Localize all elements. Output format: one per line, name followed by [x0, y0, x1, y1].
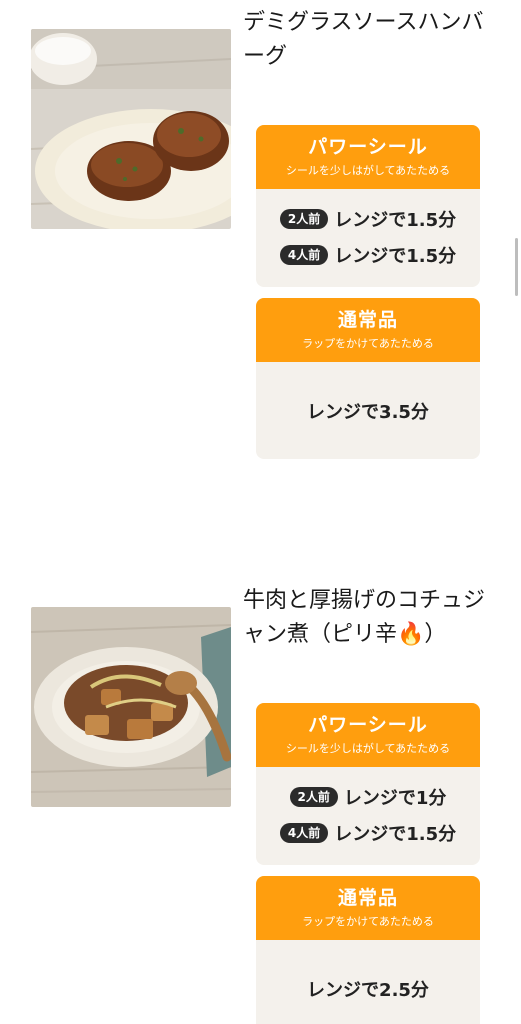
hamburg-steak-photo [31, 29, 231, 229]
heating-time: レンジで2.5分 [307, 979, 429, 1001]
heating-time: レンジで1.5分 [334, 210, 457, 231]
serving-badge: 2人前 [289, 787, 338, 807]
time-row-2-servings: 2人前 レンジで1分 [256, 779, 480, 815]
normal-body: レンジで2.5分 [256, 940, 480, 1024]
serving-badge: 2人前 [279, 209, 329, 229]
normal-card: 通常品 ラップをかけてあたためる レンジで2.5分 [256, 876, 480, 1024]
normal-body: レンジで3.5分 [256, 362, 480, 459]
normal-header: 通常品 ラップをかけてあたためる [256, 298, 480, 362]
scrollbar[interactable] [515, 238, 518, 296]
normal-title: 通常品 [337, 309, 398, 331]
power-seal-subtitle: シールを少しはがしてあたためる [285, 164, 451, 177]
heating-time: レンジで1.5分 [334, 824, 457, 845]
normal-header: 通常品 ラップをかけてあたためる [256, 876, 480, 940]
power-seal-card: パワーシール シールを少しはがしてあたためる 2人前 レンジで1分 4人前 レン… [256, 703, 480, 865]
power-seal-title: パワーシール [308, 136, 428, 158]
serving-badge: 4人前 [279, 823, 329, 843]
beef-atsuage-photo [31, 607, 231, 807]
normal-subtitle: ラップをかけてあたためる [302, 915, 434, 928]
normal-title: 通常品 [337, 887, 398, 909]
power-seal-subtitle: シールを少しはがしてあたためる [285, 742, 451, 755]
power-seal-body: 2人前 レンジで1.5分 4人前 レンジで1.5分 [256, 189, 480, 273]
power-seal-header: パワーシール シールを少しはがしてあたためる [256, 703, 480, 767]
power-seal-header: パワーシール シールを少しはがしてあたためる [256, 125, 480, 189]
power-seal-title: パワーシール [308, 714, 428, 736]
time-row-4-servings: 4人前 レンジで1.5分 [256, 815, 480, 851]
normal-card: 通常品 ラップをかけてあたためる レンジで3.5分 [256, 298, 480, 459]
normal-subtitle: ラップをかけてあたためる [302, 337, 434, 350]
power-seal-card: パワーシール シールを少しはがしてあたためる 2人前 レンジで1.5分 4人前 … [256, 125, 480, 287]
serving-badge: 4人前 [279, 245, 329, 265]
recipe-title: 牛肉と厚揚げのコチュジャン煮（ピリ辛🔥） [243, 588, 486, 647]
time-row-2-servings: 2人前 レンジで1.5分 [256, 201, 480, 237]
recipe-title: デミグラスソースハンバーグ [243, 10, 484, 69]
time-row-4-servings: 4人前 レンジで1.5分 [256, 237, 480, 273]
heating-time: レンジで3.5分 [307, 401, 429, 423]
heating-time: レンジで1.5分 [334, 246, 457, 267]
power-seal-body: 2人前 レンジで1分 4人前 レンジで1.5分 [256, 767, 480, 851]
heating-time: レンジで1分 [343, 788, 447, 809]
